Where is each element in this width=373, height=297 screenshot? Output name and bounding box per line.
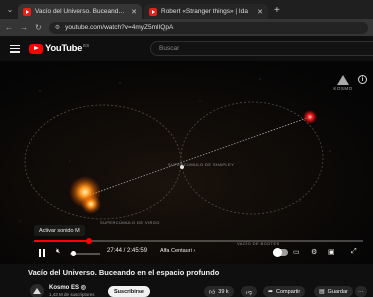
kosmo-watermark: KOSMO	[331, 75, 355, 91]
channel-row: Kosmo ES ◎ 1,43 M de suscriptores Suscri…	[0, 281, 373, 297]
share-icon: ➦	[268, 289, 274, 295]
thumbs-down-icon: 👎︎	[246, 289, 253, 296]
muted-volume-icon[interactable]: 🔇︎	[56, 248, 60, 256]
chapter-chevron-icon: ›	[193, 248, 196, 254]
tab-inactive[interactable]: Robert «Stranger things» | Ida ✕	[144, 4, 268, 19]
video-player[interactable]: KOSMO i SUPERCÚMULO DE VIRGO SUPERCÚMULO…	[0, 61, 373, 264]
hamburger-menu-icon[interactable]	[10, 44, 20, 53]
space-label: SUPERCÚMULO DE VIRGO	[100, 220, 160, 225]
subtitles-icon[interactable]: ▭	[293, 248, 300, 256]
share-label: Compartir	[276, 288, 301, 295]
autoplay-toggle[interactable]	[273, 248, 288, 257]
video-title: Vacío del Universo. Buceando en el espac…	[28, 268, 220, 277]
miniplayer-icon[interactable]: ▣	[328, 248, 335, 256]
progress-played	[34, 240, 90, 242]
like-count: 39 k	[218, 288, 229, 295]
settings-gear-icon[interactable]: ⚙	[311, 248, 317, 256]
thumbs-up-icon: 👍︎	[209, 289, 216, 296]
tab-title: Vacío del Universo. Buceando e	[35, 8, 128, 15]
verified-badge-icon: ◎	[80, 285, 86, 291]
chapter-title: Alfa Centauri	[160, 248, 192, 254]
tab-active[interactable]: Vacío del Universo. Buceando e ✕	[18, 4, 142, 19]
site-info-icon[interactable]: ⚙	[55, 24, 60, 31]
player-controls: 🔇︎ 27:44 / 2:45:59 Alfa Centauri › ▭ ⚙ ▣…	[0, 245, 373, 262]
like-button[interactable]: 👍︎ 39 k	[204, 286, 234, 297]
address-bar: ← → ↻ ⚙ youtube.com/watch?v=4myZ5mlIQpA	[0, 19, 373, 36]
youtube-favicon-icon	[149, 7, 157, 16]
dislike-button[interactable]: 👎︎	[241, 286, 258, 297]
kosmo-watermark-text: KOSMO	[333, 86, 353, 91]
pause-icon[interactable]	[38, 248, 46, 257]
country-code: ES	[83, 42, 90, 48]
fullscreen-icon[interactable]: ⤢	[351, 248, 357, 256]
star-orange-small	[81, 194, 101, 214]
url-field[interactable]: ⚙ youtube.com/watch?v=4myZ5mlIQpA	[48, 21, 368, 34]
subscribe-button[interactable]: Suscribirse	[108, 286, 150, 297]
tab-search-icon[interactable]: ⌄	[4, 3, 16, 15]
channel-name[interactable]: Kosmo ES ◎	[49, 284, 86, 291]
channel-name-text: Kosmo ES	[49, 285, 80, 291]
save-icon: ▤	[319, 289, 325, 295]
more-actions-button[interactable]: ···	[355, 286, 367, 297]
search-input[interactable]: Buscar	[150, 41, 373, 56]
youtube-play-logo-icon	[29, 43, 43, 54]
youtube-header: YouTube ES Buscar	[0, 36, 373, 61]
channel-avatar[interactable]	[30, 284, 44, 297]
forward-icon[interactable]: →	[20, 23, 28, 32]
url-text: youtube.com/watch?v=4myZ5mlIQpA	[65, 24, 174, 31]
volume-handle[interactable]	[71, 251, 76, 256]
reload-icon[interactable]: ↻	[35, 23, 42, 32]
browser-tab-bar: ⌄ Vacío del Universo. Buceando e ✕ Rober…	[0, 0, 373, 19]
save-button[interactable]: ▤ Guardar	[314, 286, 353, 297]
progress-bar[interactable]	[34, 238, 363, 244]
time-display: 27:44 / 2:45:59	[107, 248, 148, 254]
unmute-tooltip: Activar sonido M	[34, 225, 85, 236]
kosmo-logo-icon	[33, 288, 41, 294]
back-icon[interactable]: ←	[5, 23, 13, 32]
tab-close-icon[interactable]: ✕	[131, 8, 137, 16]
youtube-logo[interactable]: YouTube ES	[29, 43, 89, 54]
youtube-favicon-icon	[23, 7, 31, 16]
new-tab-icon[interactable]: +	[274, 5, 280, 16]
space-label: SUPERCÚMULO DE SHAPLEY	[168, 162, 235, 167]
save-label: Guardar	[327, 288, 348, 295]
tab-title: Robert «Stranger things» | Ida	[161, 8, 248, 15]
tab-close-icon[interactable]: ✕	[257, 8, 263, 16]
info-icon[interactable]: i	[358, 75, 367, 84]
star-red	[303, 110, 317, 124]
youtube-wordmark: YouTube	[45, 43, 83, 54]
chapter-button[interactable]: Alfa Centauri ›	[160, 248, 195, 254]
share-button[interactable]: ➦ Compartir	[263, 286, 306, 297]
kosmo-logo-icon	[337, 75, 349, 85]
subscriber-count: 1,43 M de suscriptores	[49, 292, 95, 297]
search-placeholder: Buscar	[159, 45, 180, 52]
